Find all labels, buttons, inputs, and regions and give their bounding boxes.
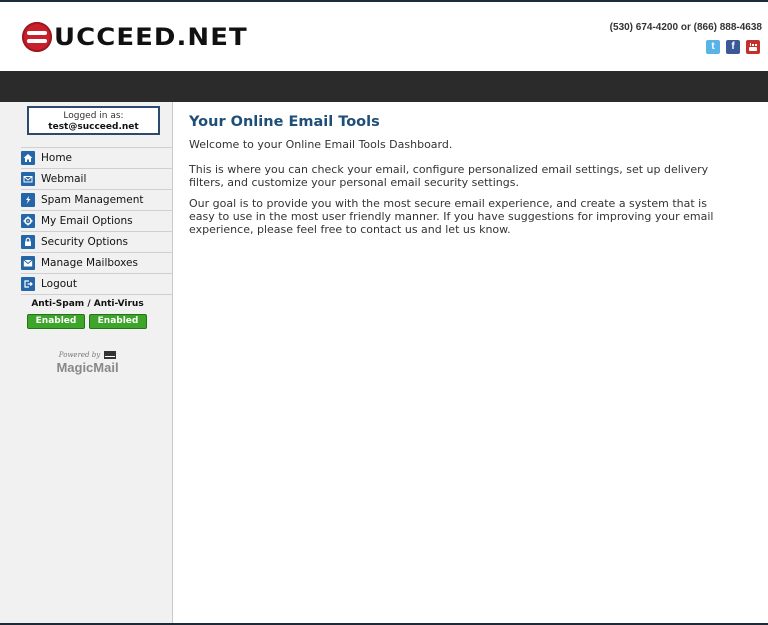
sidebar-item-webmail[interactable]: Webmail xyxy=(21,169,173,190)
site-header: UCCEED.NET (530) 674-4200 or (866) 888-4… xyxy=(0,2,768,71)
logo-s-icon xyxy=(22,22,52,52)
sidebar-item-label: Manage Mailboxes xyxy=(41,257,138,269)
mail-icon xyxy=(21,172,35,186)
intro-paragraph: This is where you can check your email, … xyxy=(189,163,709,189)
sidebar-item-logout[interactable]: Logout xyxy=(21,274,173,295)
logo-text: UCCEED.NET xyxy=(54,23,248,51)
phone-numbers: (530) 674-4200 or (866) 888-4638 xyxy=(609,22,762,33)
top-nav-bar xyxy=(0,71,768,102)
logout-icon xyxy=(21,277,35,291)
sidebar-item-label: Spam Management xyxy=(41,194,144,206)
home-icon xyxy=(21,151,35,165)
powered-by-text: Powered by xyxy=(58,351,101,359)
logged-in-label: Logged in as: xyxy=(63,111,124,121)
sidebar-menu: Home Webmail Spam Management My Email Op… xyxy=(21,147,173,295)
sidebar-item-spam-management[interactable]: Spam Management xyxy=(21,190,173,211)
sidebar-item-label: Home xyxy=(41,152,73,164)
youtube-icon[interactable] xyxy=(746,40,760,54)
goal-paragraph: Our goal is to provide you with the most… xyxy=(189,197,714,236)
powered-by-line: Powered by xyxy=(58,351,117,359)
facebook-icon[interactable]: f xyxy=(726,40,740,54)
logged-in-username: test@succeed.net xyxy=(48,122,139,132)
powered-by-magicmail: Powered by MagicMail xyxy=(21,342,154,375)
magicmail-logo-text: MagicMail xyxy=(56,360,119,375)
magicmail-envelope-icon xyxy=(104,351,117,359)
gear-icon xyxy=(21,214,35,228)
sidebar-item-home[interactable]: Home xyxy=(21,147,173,169)
main-content: Your Online Email Tools Welcome to your … xyxy=(189,112,749,236)
site-logo[interactable]: UCCEED.NET xyxy=(22,22,247,52)
welcome-text: Welcome to your Online Email Tools Dashb… xyxy=(189,138,453,151)
antivirus-status-badge[interactable]: Enabled xyxy=(89,314,147,329)
sidebar-item-manage-mailboxes[interactable]: Manage Mailboxes xyxy=(21,253,173,274)
social-links: t f xyxy=(706,40,760,54)
antispam-status-badge[interactable]: Enabled xyxy=(27,314,85,329)
spam-icon xyxy=(21,193,35,207)
twitter-icon[interactable]: t xyxy=(706,40,720,54)
sidebar-item-security-options[interactable]: Security Options xyxy=(21,232,173,253)
sidebar-item-label: Webmail xyxy=(41,173,87,185)
sidebar: Logged in as: test@succeed.net Home Webm… xyxy=(0,102,173,625)
mailboxes-icon xyxy=(21,256,35,270)
antispam-antivirus-title: Anti-Spam / Anti-Virus xyxy=(31,299,144,309)
sidebar-item-label: Logout xyxy=(41,278,77,290)
logged-in-box: Logged in as: test@succeed.net xyxy=(27,106,160,135)
sidebar-item-label: My Email Options xyxy=(41,215,133,227)
lock-icon xyxy=(21,235,35,249)
sidebar-item-email-options[interactable]: My Email Options xyxy=(21,211,173,232)
sidebar-item-label: Security Options xyxy=(41,236,128,248)
page-title: Your Online Email Tools xyxy=(189,114,380,130)
